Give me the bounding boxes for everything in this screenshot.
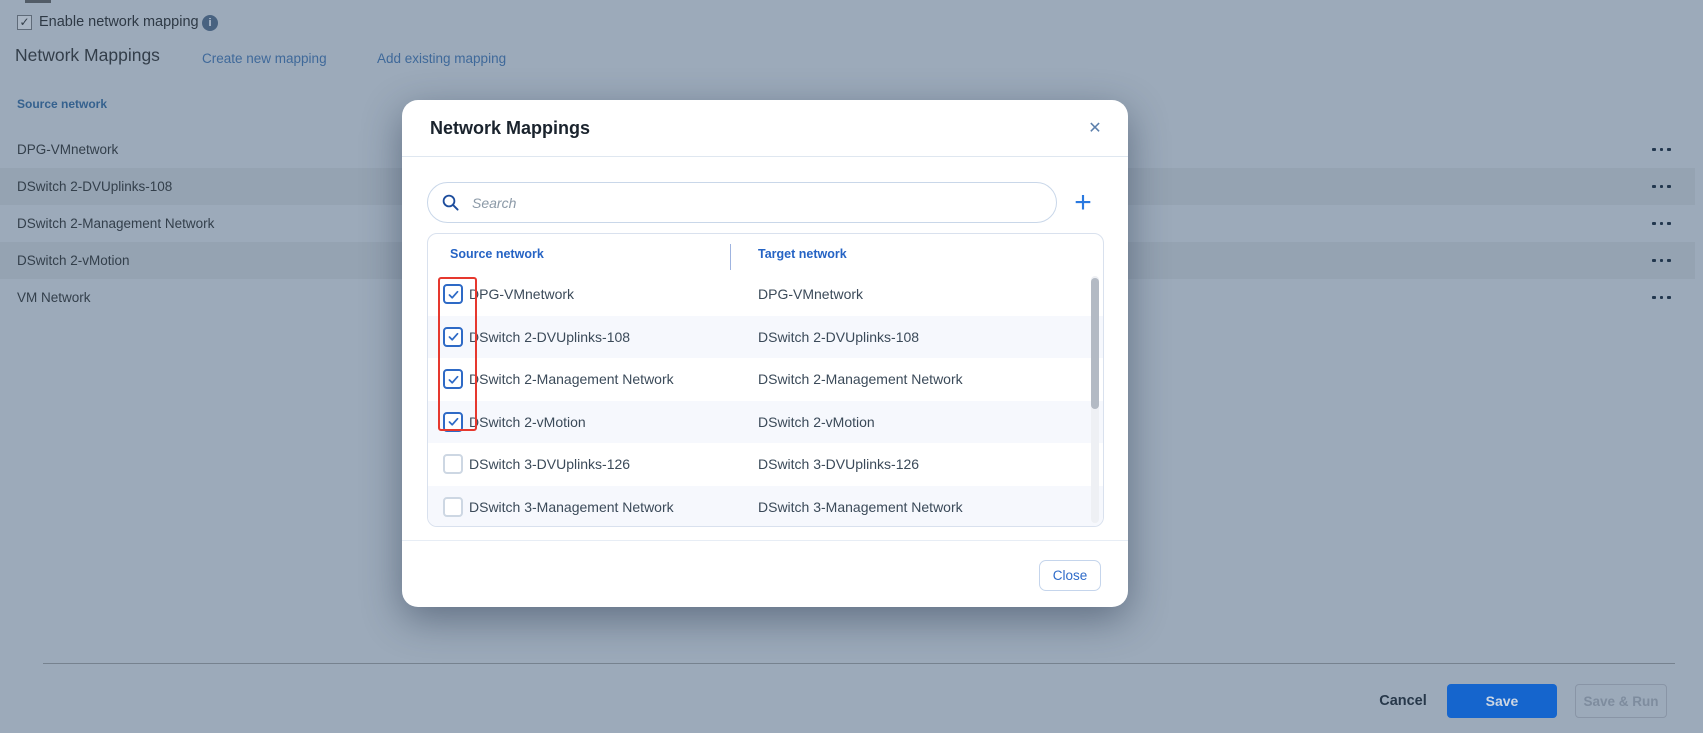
add-mapping-plus-icon[interactable]: + [1066, 182, 1100, 223]
mapping-row: DSwitch 2-vMotion DSwitch 2-vMotion [428, 401, 1103, 444]
mapping-checkbox-unchecked[interactable] [443, 497, 463, 517]
modal-title: Network Mappings [430, 118, 590, 139]
mappings-table: Source network Target network DPG-VMnetw… [427, 233, 1104, 527]
target-network-cell: DSwitch 2-DVUplinks-108 [758, 329, 919, 345]
source-network-cell: DPG-VMnetwork [469, 286, 574, 302]
modal-close-button[interactable]: Close [1039, 560, 1101, 591]
enable-network-mapping-label: Enable network mapping [39, 14, 199, 30]
enable-network-mapping-row: ✓ Enable network mapping [17, 14, 199, 30]
source-network-cell: DSwitch 3-DVUplinks-126 [469, 456, 630, 472]
network-row-label: DSwitch 2-vMotion [17, 253, 130, 268]
mapping-row: DSwitch 2-Management Network DSwitch 2-Ma… [428, 358, 1103, 401]
save-button[interactable]: Save [1447, 684, 1557, 718]
save-and-run-button[interactable]: Save & Run [1575, 684, 1667, 718]
target-network-cell: DSwitch 2-Management Network [758, 371, 963, 387]
source-network-column-header: Source network [17, 97, 107, 111]
info-icon[interactable]: i [202, 15, 218, 31]
modal-header: Network Mappings [402, 100, 1128, 157]
target-network-cell: DPG-VMnetwork [758, 286, 863, 302]
page-title: Network Mappings [15, 45, 160, 66]
row-actions-ellipsis-icon[interactable] [1652, 296, 1671, 300]
search-input[interactable] [427, 182, 1057, 223]
source-network-cell: DSwitch 2-vMotion [469, 414, 586, 430]
mapping-row: DPG-VMnetwork DPG-VMnetwork [428, 273, 1103, 316]
mappings-table-header: Source network Target network [428, 234, 1103, 273]
column-header-target: Target network [758, 247, 847, 261]
mapping-checkbox-checked[interactable] [443, 369, 463, 389]
mapping-checkbox-checked[interactable] [443, 284, 463, 304]
close-icon[interactable]: ✕ [1082, 115, 1108, 141]
target-network-cell: DSwitch 3-DVUplinks-126 [758, 456, 919, 472]
mapping-row: DSwitch 2-DVUplinks-108 DSwitch 2-DVUplin… [428, 316, 1103, 359]
footer-divider-line [43, 663, 1675, 664]
scrollbar-thumb[interactable] [1091, 278, 1099, 409]
source-network-cell: DSwitch 3-Management Network [469, 499, 674, 515]
column-header-source: Source network [450, 247, 544, 261]
search-field-wrap [427, 182, 1057, 223]
row-actions-ellipsis-icon[interactable] [1652, 148, 1671, 152]
network-row-label: DSwitch 2-Management Network [17, 216, 214, 231]
mapping-row: DSwitch 3-DVUplinks-126 DSwitch 3-DVUplin… [428, 443, 1103, 486]
network-row-label: VM Network [17, 290, 91, 305]
scrollbar-track[interactable] [1091, 276, 1099, 523]
row-actions-ellipsis-icon[interactable] [1652, 185, 1671, 189]
enable-network-mapping-checkbox[interactable]: ✓ [17, 15, 32, 30]
network-row-label: DPG-VMnetwork [17, 142, 118, 157]
network-row-label: DSwitch 2-DVUplinks-108 [17, 179, 172, 194]
mapping-checkbox-checked[interactable] [443, 327, 463, 347]
source-network-cell: DSwitch 2-DVUplinks-108 [469, 329, 630, 345]
mapping-checkbox-checked[interactable] [443, 412, 463, 432]
modal-footer-divider [402, 540, 1128, 541]
mapping-row: DSwitch 3-Management Network DSwitch 3-Ma… [428, 486, 1103, 528]
column-divider [730, 244, 731, 270]
source-network-cell: DSwitch 2-Management Network [469, 371, 674, 387]
row-actions-ellipsis-icon[interactable] [1652, 222, 1671, 226]
clipped-element-sliver [25, 0, 51, 3]
mappings-table-rows: DPG-VMnetwork DPG-VMnetwork DSwitch 2-DVUp… [428, 273, 1103, 527]
target-network-cell: DSwitch 2-vMotion [758, 414, 875, 430]
create-new-mapping-link[interactable]: Create new mapping [202, 51, 327, 66]
add-existing-mapping-link[interactable]: Add existing mapping [377, 51, 506, 66]
cancel-button[interactable]: Cancel [1368, 684, 1438, 718]
target-network-cell: DSwitch 3-Management Network [758, 499, 963, 515]
row-actions-ellipsis-icon[interactable] [1652, 259, 1671, 263]
mapping-checkbox-unchecked[interactable] [443, 454, 463, 474]
network-mappings-modal: Network Mappings ✕ + Source network Targ… [402, 100, 1128, 607]
